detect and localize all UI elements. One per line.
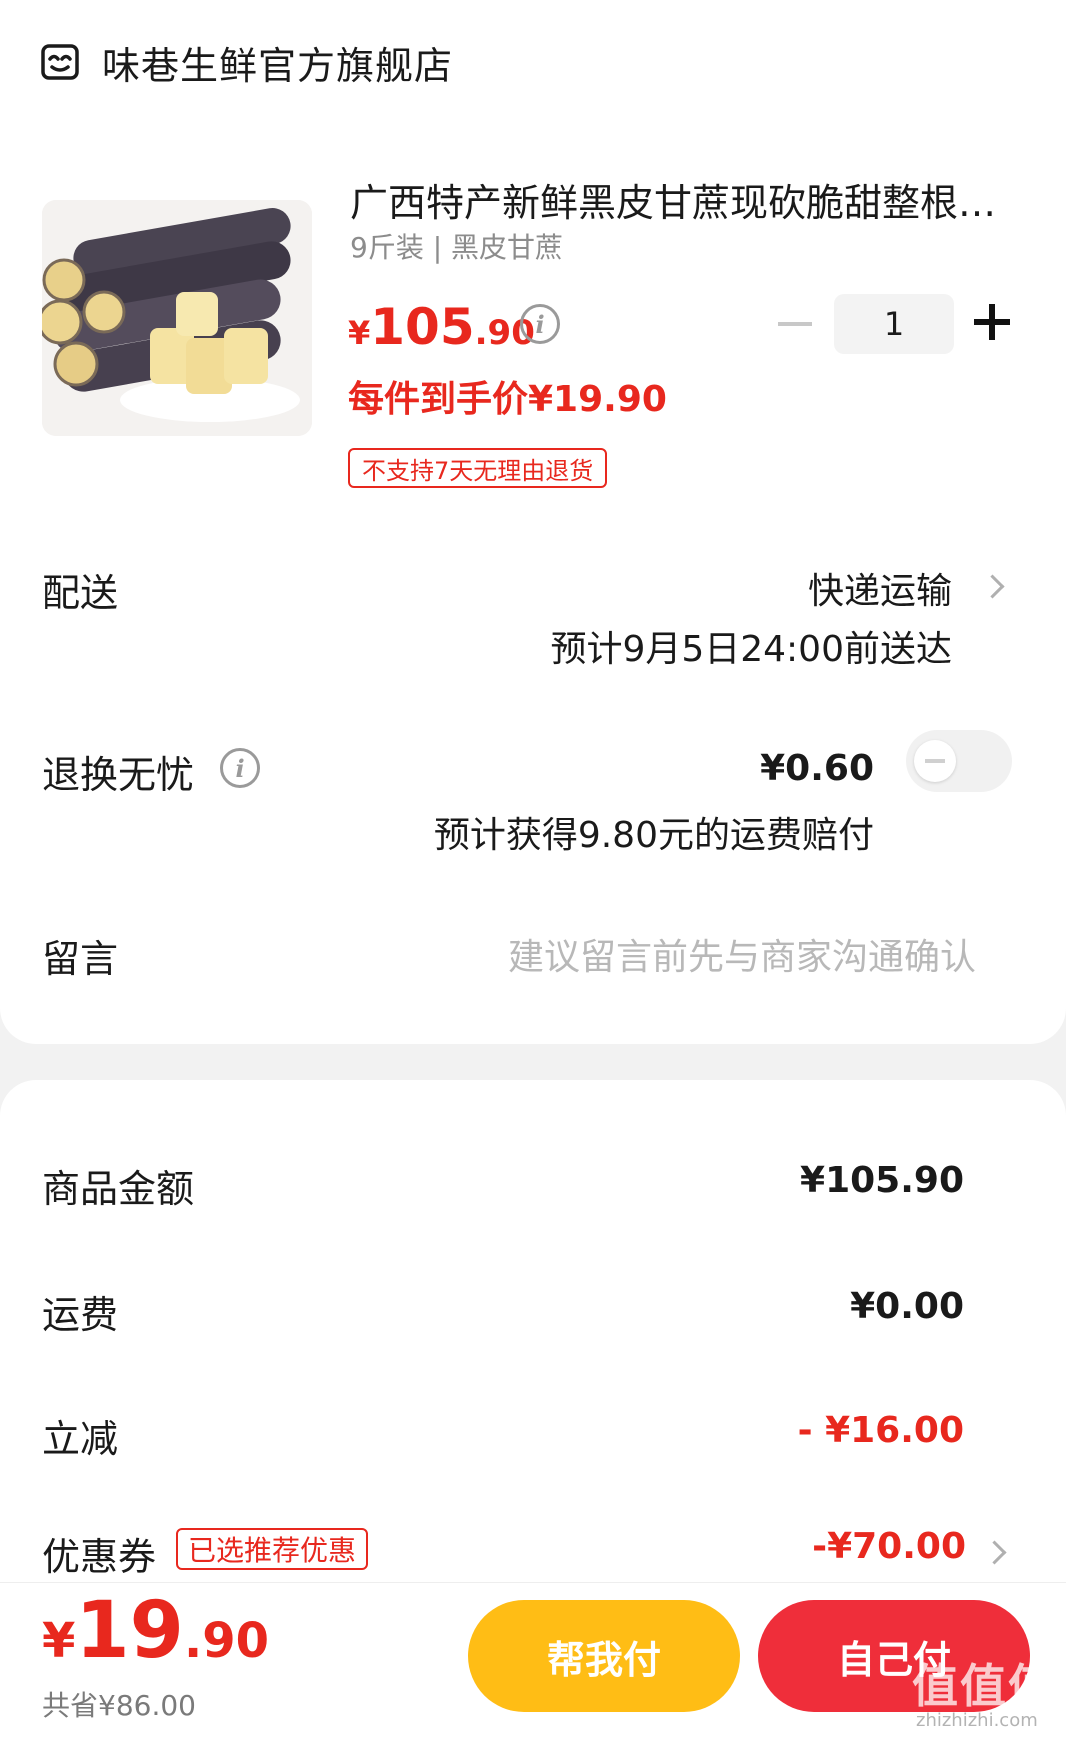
quantity-minus-button[interactable] xyxy=(778,322,812,326)
delivery-method[interactable]: 快递运输 xyxy=(808,562,952,614)
delivery-label: 配送 xyxy=(42,571,119,615)
toggle-knob xyxy=(914,740,956,782)
shipping-label: 运费 xyxy=(42,1293,119,1337)
coupon-label: 优惠券 xyxy=(42,1535,157,1579)
watermark-logo: 值值值 xyxy=(912,1659,1056,1713)
message-input[interactable]: 建议留言前先与商家沟通确认 xyxy=(508,928,976,980)
price-info-icon[interactable]: i xyxy=(520,304,560,344)
no-return-tag: 不支持7天无理由退货 xyxy=(348,448,608,488)
store-icon xyxy=(41,44,79,80)
discount-label: 立减 xyxy=(42,1417,119,1461)
product-image[interactable] xyxy=(42,200,312,436)
watermark-url: zhizhizhi.com xyxy=(916,1710,1038,1731)
help-pay-button[interactable]: 帮我付 xyxy=(468,1600,740,1712)
total-decimal: .90 xyxy=(183,1613,269,1669)
return-service-label: 退换无忧 xyxy=(42,753,195,797)
shipping-value: ¥0.00 xyxy=(850,1286,964,1327)
store-header[interactable]: 味巷生鲜官方旗舰店 xyxy=(40,34,453,90)
product-title[interactable]: 广西特产新鲜黑皮甘蔗现砍脆甜整根… xyxy=(350,172,1010,227)
total-price: ¥ 19 .90 xyxy=(42,1586,269,1676)
return-info-icon[interactable]: i xyxy=(220,748,260,788)
total-integer: 19 xyxy=(75,1586,184,1676)
total-currency: ¥ xyxy=(42,1613,76,1669)
return-service-toggle[interactable] xyxy=(906,730,1012,792)
quantity-plus-button[interactable] xyxy=(974,304,1010,340)
sugarcane-image xyxy=(42,200,312,436)
coupon-tag: 已选推荐优惠 xyxy=(176,1528,369,1570)
message-label: 留言 xyxy=(42,937,119,981)
coupon-value[interactable]: -¥70.00 xyxy=(812,1526,966,1567)
product-price: ¥ 105 .90 xyxy=(348,298,535,356)
delivery-eta: 预计9月5日24:00前送达 xyxy=(550,629,952,670)
store-name: 味巷生鲜官方旗舰店 xyxy=(102,43,454,88)
return-service-note: 预计获得9.80元的运费赔付 xyxy=(433,815,874,856)
unit-price: 每件到手价¥19.90 xyxy=(348,379,667,420)
goods-amount-value: ¥105.90 xyxy=(800,1160,964,1201)
discount-value: - ¥16.00 xyxy=(797,1410,964,1451)
quantity-input[interactable]: 1 xyxy=(834,294,954,354)
product-spec[interactable]: 9斤装 | 黑皮甘蔗 xyxy=(350,226,563,266)
order-card xyxy=(0,0,1066,1044)
saved-amount: 共省¥86.00 xyxy=(42,1689,196,1722)
return-service-price: ¥0.60 xyxy=(760,748,874,789)
price-integer: 105 xyxy=(370,298,475,356)
goods-amount-label: 商品金额 xyxy=(42,1167,195,1211)
price-currency: ¥ xyxy=(348,314,371,352)
